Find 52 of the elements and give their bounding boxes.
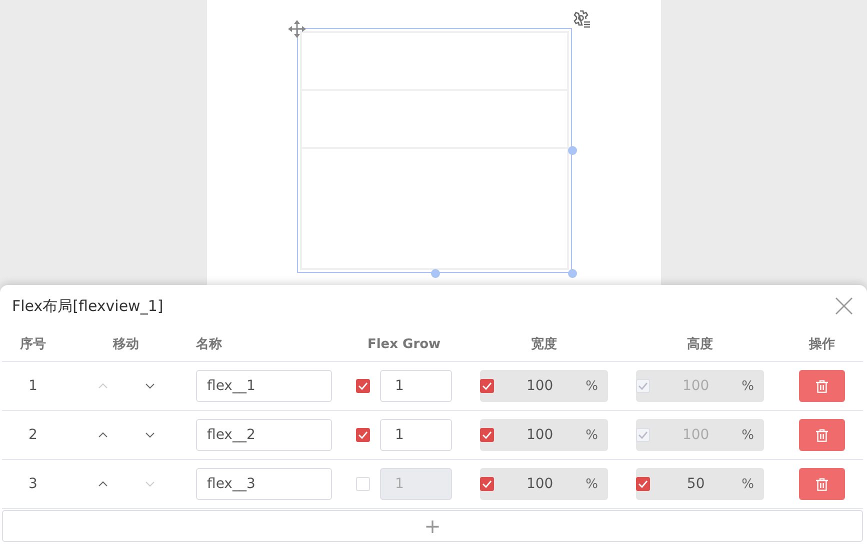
close-icon	[835, 297, 853, 315]
flex-grow-input[interactable]: 1	[380, 370, 452, 402]
column-header: 名称	[194, 336, 222, 353]
checkbox[interactable]	[636, 477, 650, 491]
column-header: 移动	[113, 336, 139, 353]
chevron-up-icon	[98, 383, 108, 389]
checkbox[interactable]	[480, 477, 494, 491]
height-field[interactable]: 50 %	[636, 468, 764, 500]
panel-title: Flex布局[flexview_1]	[12, 296, 164, 316]
column-header: 宽度	[531, 336, 557, 353]
width-field[interactable]: 100 %	[480, 468, 608, 500]
chevron-down-icon	[144, 481, 154, 487]
row-number: 2	[28, 427, 38, 443]
row-number: 3	[28, 476, 38, 492]
checkbox[interactable]	[356, 428, 370, 442]
close-button[interactable]	[835, 297, 853, 315]
delete-button[interactable]	[799, 370, 845, 402]
chevron-down-icon	[144, 432, 154, 438]
column-header: 序号	[20, 336, 46, 353]
chevron-down-icon	[144, 383, 154, 389]
column-header: Flex Grow	[367, 336, 441, 352]
checkbox[interactable]	[480, 379, 494, 393]
trash-icon	[816, 428, 828, 442]
row-number: 1	[28, 378, 38, 394]
column-header: 高度	[687, 336, 713, 353]
trash-icon	[816, 478, 828, 490]
chevron-up-icon	[98, 481, 108, 487]
move-icon[interactable]	[288, 20, 306, 38]
check-icon	[358, 431, 368, 439]
delete-button[interactable]	[799, 419, 845, 451]
chevron-up-icon	[98, 432, 108, 438]
flex-grow-input[interactable]: 1	[380, 419, 452, 451]
trash-icon	[816, 380, 828, 392]
name-input[interactable]: flex__2	[196, 419, 332, 451]
check-icon	[482, 480, 492, 488]
column-header: 操作	[809, 336, 835, 353]
check-icon	[638, 431, 648, 439]
checkbox[interactable]	[480, 428, 494, 442]
resize-handle[interactable]	[568, 269, 576, 278]
check-icon	[638, 382, 648, 390]
resize-handle[interactable]	[430, 269, 440, 278]
check-icon	[358, 382, 368, 390]
name-input[interactable]: flex__3	[196, 468, 332, 500]
check-icon	[482, 431, 492, 439]
name-input[interactable]: flex__1	[196, 370, 332, 402]
settings-icon[interactable]	[572, 10, 590, 28]
width-field[interactable]: 100 %	[480, 370, 608, 402]
checkbox[interactable]	[356, 379, 370, 393]
check-icon	[638, 480, 648, 488]
width-field[interactable]: 100 %	[480, 419, 608, 451]
delete-button[interactable]	[799, 468, 845, 500]
check-icon	[482, 382, 492, 390]
